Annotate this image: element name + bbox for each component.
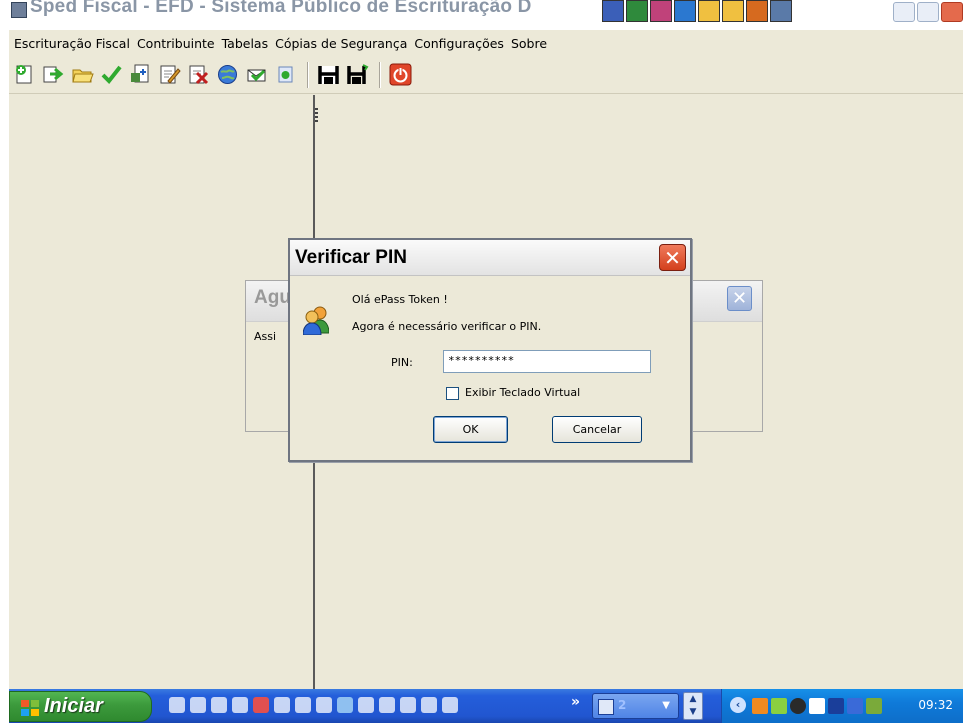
users-icon	[303, 306, 329, 335]
virtual-keyboard-checkbox[interactable]	[446, 387, 459, 400]
show-hidden-icons-icon[interactable]: ‹	[730, 697, 746, 713]
powerpoint-icon[interactable]	[650, 0, 672, 22]
quicklaunch-3-icon[interactable]	[211, 697, 227, 713]
task-group-count: 2	[618, 698, 627, 712]
pin-input[interactable]: **********	[443, 350, 651, 373]
minimize-button[interactable]	[893, 2, 915, 22]
maximize-button[interactable]	[917, 2, 939, 22]
network-icon[interactable]	[295, 697, 311, 713]
chevron-down-icon: ▼	[662, 700, 670, 711]
cancel-button[interactable]: Cancelar	[552, 416, 642, 443]
firefox-icon[interactable]	[746, 0, 768, 22]
verificar-pin-dialog: Verificar PIN ✕ Olá ePass Token ! Agora …	[288, 238, 692, 462]
save-as-icon[interactable]	[346, 63, 369, 86]
recibo-icon[interactable]	[274, 63, 297, 86]
close-window-button[interactable]	[941, 2, 963, 22]
menu-configuracoes[interactable]: Configurações	[411, 36, 508, 51]
ie-icon[interactable]	[674, 0, 696, 22]
menu-copias-de-seguranca[interactable]: Cópias de Segurança	[272, 36, 411, 51]
quick-launch-icons	[602, 0, 792, 22]
desktop-screen: Sped Fiscal - EFD - Sistema Público de E…	[9, 0, 963, 723]
new-icon[interactable]	[13, 63, 36, 86]
excel-icon[interactable]	[626, 0, 648, 22]
folder-icon[interactable]	[698, 0, 720, 22]
instruction-text: Agora é necessário verificar o PIN.	[352, 320, 542, 333]
clock: 09:32	[918, 698, 953, 712]
window-title: Sped Fiscal - EFD - Sistema Público de E…	[30, 0, 532, 17]
start-button[interactable]: Iniciar	[9, 691, 152, 722]
toolbar-separator	[379, 61, 381, 88]
tray-app-icon[interactable]	[866, 698, 882, 714]
import-icon[interactable]	[129, 63, 152, 86]
folder-open-icon[interactable]	[722, 0, 744, 22]
word-icon[interactable]	[602, 0, 624, 22]
aguarde-title: Agu	[254, 287, 291, 308]
greeting-text: Olá ePass Token !	[352, 293, 448, 306]
system-tray: ‹ 09:32	[721, 689, 963, 723]
power-icon[interactable]	[389, 63, 412, 86]
quick-launch-expand-icon[interactable]: »	[571, 694, 580, 710]
windows-flag-icon	[21, 700, 39, 716]
open-folder-icon[interactable]	[71, 63, 94, 86]
aguarde-text: Assi	[254, 330, 277, 343]
save-icon[interactable]	[317, 63, 340, 86]
delete-report-icon[interactable]	[187, 63, 210, 86]
globe-icon[interactable]	[216, 63, 239, 86]
transmit-icon[interactable]	[245, 63, 268, 86]
tray-app-icon[interactable]	[752, 698, 768, 714]
splitter-grip[interactable]	[315, 108, 318, 122]
quicklaunch-5-icon[interactable]	[253, 697, 269, 713]
menu-sobre[interactable]: Sobre	[508, 36, 551, 51]
start-label: Iniciar	[44, 695, 103, 717]
tray-app-icon[interactable]	[809, 698, 825, 714]
quicklaunch-10-icon[interactable]	[358, 697, 374, 713]
menu-tabelas[interactable]: Tabelas	[219, 36, 273, 51]
quicklaunch-11-icon[interactable]	[379, 697, 395, 713]
main-toolbar	[9, 56, 963, 94]
pin-dialog-title: Verificar PIN	[295, 247, 407, 268]
app-icon	[11, 2, 27, 18]
taskbar: Iniciar » 2 ▼ ▲ ▼ ‹ 09:32	[9, 689, 963, 723]
pin-label: PIN:	[391, 356, 413, 369]
network-icon[interactable]	[316, 697, 332, 713]
taskbar-group-button[interactable]: 2 ▼	[592, 693, 679, 719]
quicklaunch-4-icon[interactable]	[232, 697, 248, 713]
quicklaunch-6-icon[interactable]	[274, 697, 290, 713]
network-icon[interactable]	[400, 697, 416, 713]
quick-launch-bar	[169, 697, 458, 713]
tray-app-icon[interactable]	[790, 698, 806, 714]
ie-icon[interactable]	[337, 697, 353, 713]
tray-app-icon[interactable]	[847, 698, 863, 714]
toolbar-separator	[307, 61, 309, 88]
tray-icons	[752, 698, 882, 714]
media-icon[interactable]	[770, 0, 792, 22]
menu-escrituracao-fiscal[interactable]: Escrituração Fiscal	[11, 36, 134, 51]
window-controls	[893, 2, 963, 22]
java-icon	[598, 699, 614, 715]
ok-button[interactable]: OK	[433, 416, 508, 443]
virtual-keyboard-label[interactable]: Exibir Teclado Virtual	[465, 386, 580, 399]
explorer-icon[interactable]	[169, 697, 185, 713]
close-icon[interactable]: ✕	[659, 244, 686, 271]
forward-arrow-icon[interactable]	[42, 63, 65, 86]
menu-contribuinte[interactable]: Contribuinte	[134, 36, 219, 51]
aguarde-close-button[interactable]: ✕	[727, 286, 752, 311]
network-icon[interactable]	[442, 697, 458, 713]
validate-check-icon[interactable]	[100, 63, 123, 86]
tray-app-icon[interactable]	[771, 698, 787, 714]
edit-report-icon[interactable]	[158, 63, 181, 86]
quicklaunch-2-icon[interactable]	[190, 697, 206, 713]
pin-dialog-titlebar[interactable]: Verificar PIN ✕	[290, 240, 690, 276]
menu-bar: Escrituração Fiscal Contribuinte Tabelas…	[9, 30, 963, 56]
taskbar-scroll-buttons[interactable]: ▲ ▼	[683, 692, 703, 720]
network-icon[interactable]	[421, 697, 437, 713]
window-titlebar: Sped Fiscal - EFD - Sistema Público de E…	[9, 0, 963, 30]
tray-app-icon[interactable]	[828, 698, 844, 714]
